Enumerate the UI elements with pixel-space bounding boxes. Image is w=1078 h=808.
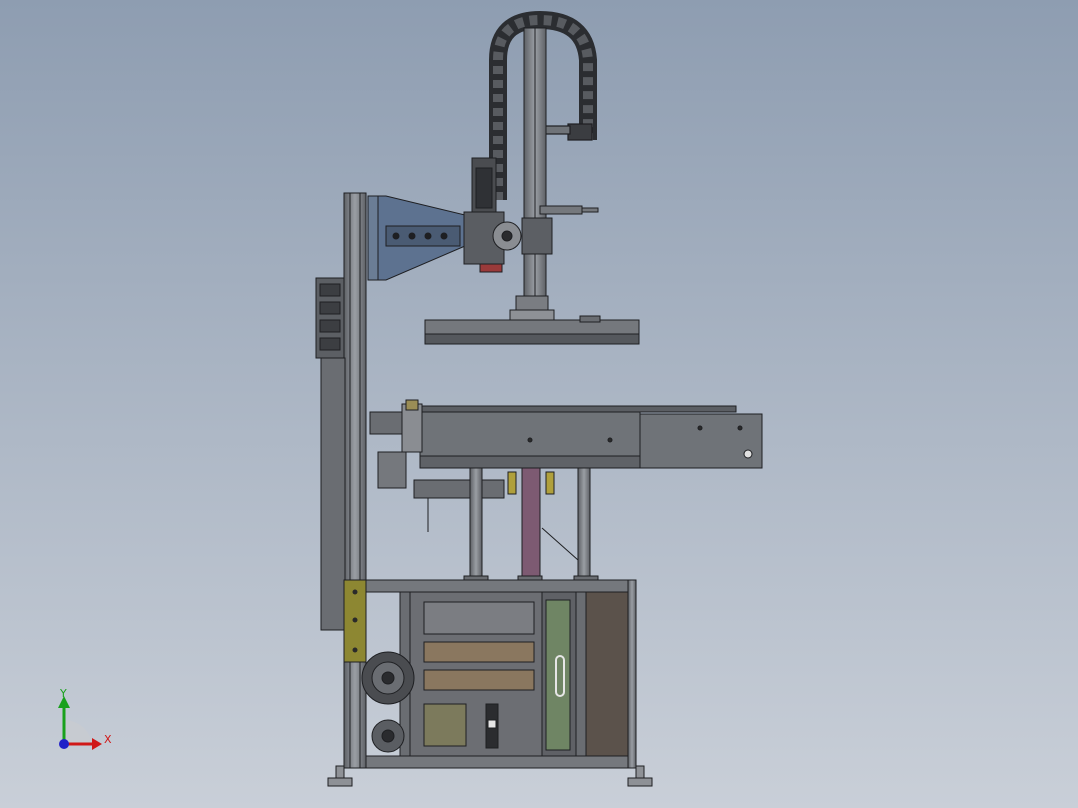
triad-y-label: Y (60, 687, 67, 700)
cad-graphics-area[interactable]: Y X (0, 0, 1078, 808)
yellow-mount-plate (343, 579, 367, 663)
triad-x-label: X (104, 733, 112, 746)
vertical-mast (523, 27, 547, 301)
side-cable-chain (315, 277, 345, 359)
side-guard-panel (320, 357, 346, 631)
conveyor-section (419, 405, 763, 469)
machine-assembly-model[interactable] (0, 0, 1078, 808)
